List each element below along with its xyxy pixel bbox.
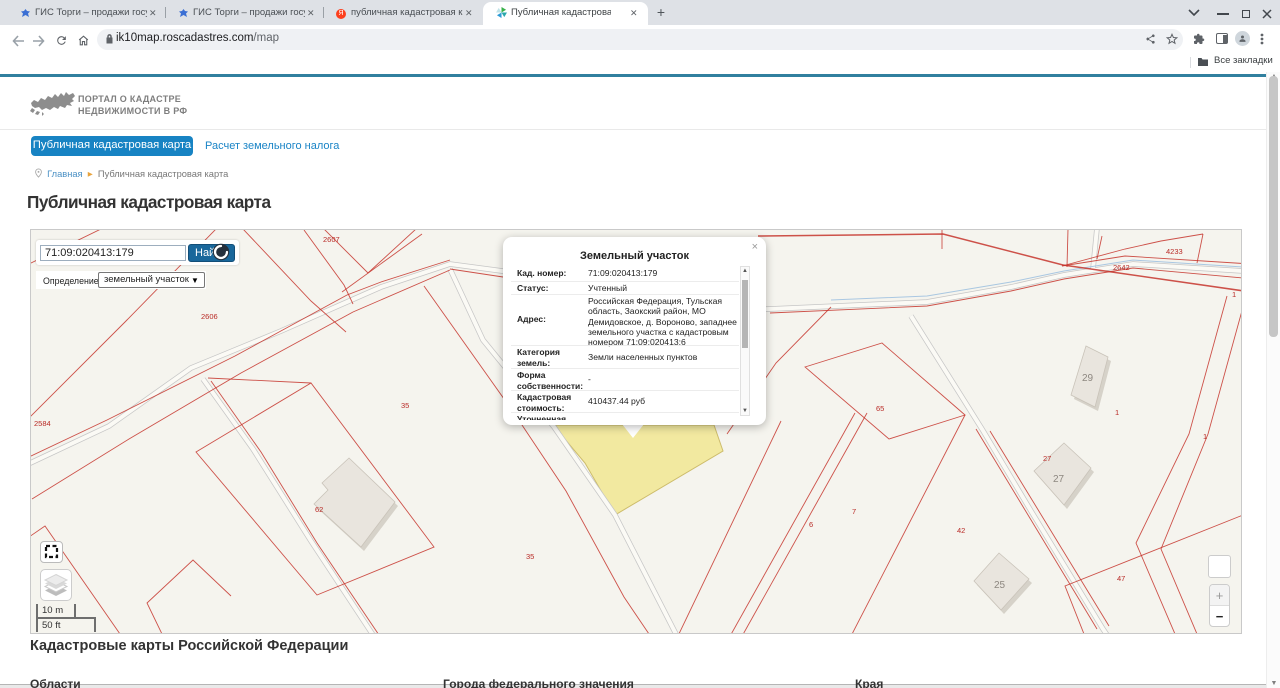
svg-text:47: 47 bbox=[1117, 574, 1125, 583]
svg-text:65: 65 bbox=[876, 404, 884, 413]
svg-text:4233: 4233 bbox=[1166, 247, 1183, 256]
svg-text:1: 1 bbox=[1232, 290, 1236, 299]
svg-text:1: 1 bbox=[1203, 432, 1207, 441]
svg-text:27: 27 bbox=[1053, 474, 1065, 485]
svg-text:2642: 2642 bbox=[1113, 263, 1130, 272]
svg-text:27: 27 bbox=[1043, 454, 1051, 463]
svg-text:35: 35 bbox=[526, 552, 534, 561]
svg-text:25: 25 bbox=[994, 580, 1006, 591]
svg-text:1: 1 bbox=[1115, 408, 1119, 417]
svg-text:42: 42 bbox=[957, 526, 965, 535]
svg-text:2606: 2606 bbox=[201, 312, 218, 321]
svg-text:29: 29 bbox=[1082, 373, 1094, 384]
svg-text:2584: 2584 bbox=[34, 419, 51, 428]
svg-text:35: 35 bbox=[401, 401, 409, 410]
svg-text:6: 6 bbox=[809, 520, 813, 529]
svg-text:7: 7 bbox=[852, 507, 856, 516]
svg-text:2607: 2607 bbox=[323, 235, 340, 244]
svg-text:62: 62 bbox=[315, 505, 323, 514]
